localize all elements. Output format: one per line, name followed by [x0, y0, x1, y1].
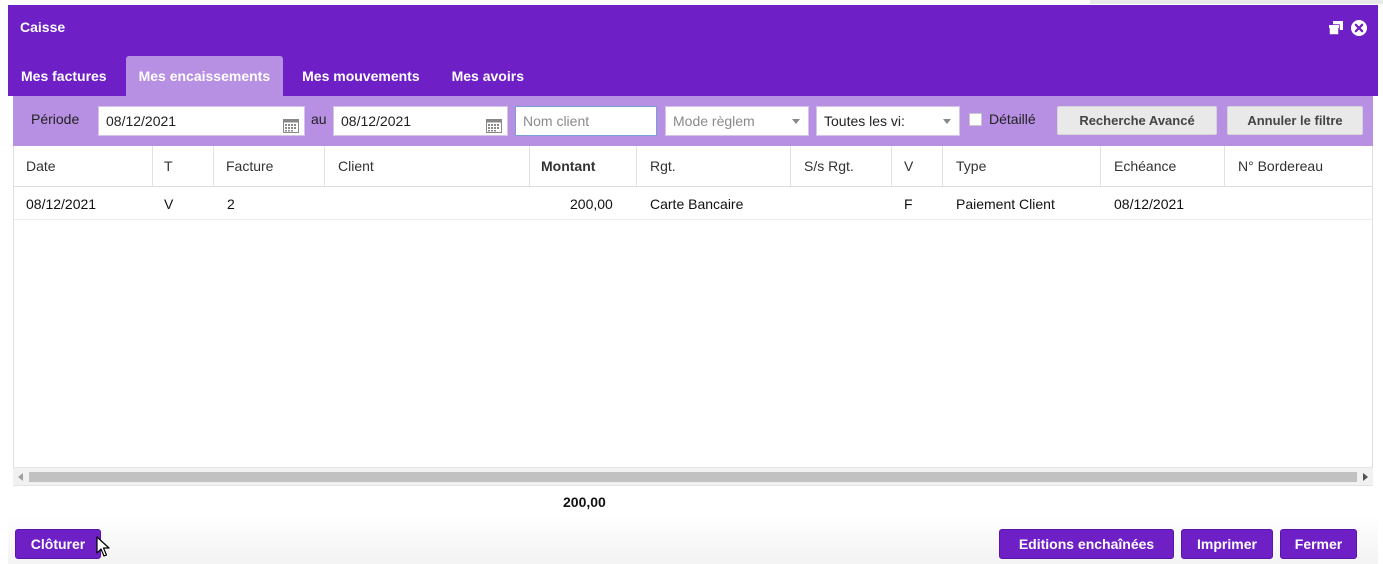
- tab-mes-avoirs[interactable]: Mes avoirs: [439, 56, 537, 96]
- chevron-down-icon: [792, 119, 800, 124]
- date-from-field[interactable]: 08/12/2021: [98, 106, 305, 136]
- tab-mes-mouvements[interactable]: Mes mouvements: [289, 56, 432, 96]
- calendar-icon[interactable]: [486, 114, 502, 142]
- background-strip: [1090, 0, 1383, 4]
- cell-facture: 2: [227, 196, 235, 212]
- mouse-pointer-icon: [96, 536, 110, 561]
- editions-enchainees-button[interactable]: Editions enchaînées: [999, 529, 1174, 559]
- cell-type: Paiement Client: [956, 196, 1055, 212]
- column-header-facture[interactable]: Facture: [226, 146, 273, 186]
- cell-t: V: [164, 196, 174, 212]
- detaille-checkbox[interactable]: [969, 113, 982, 126]
- tab-bar: Mes factures Mes encaissements Mes mouve…: [8, 56, 543, 96]
- periode-label: Période: [31, 111, 80, 127]
- column-header-date[interactable]: Date: [26, 146, 56, 186]
- client-name-input[interactable]: Nom client: [515, 106, 657, 136]
- visites-value: Toutes les vi:: [824, 113, 905, 129]
- horizontal-scrollbar[interactable]: [13, 467, 1373, 486]
- table-row[interactable]: 08/12/2021 V 2 200,00 Carte Bancaire F P…: [14, 187, 1372, 220]
- imprimer-button[interactable]: Imprimer: [1181, 529, 1273, 559]
- cell-echeance: 08/12/2021: [1114, 196, 1185, 212]
- scrollbar-thumb[interactable]: [29, 472, 1357, 482]
- date-to-field[interactable]: 08/12/2021: [333, 106, 508, 136]
- window-controls: [1328, 19, 1368, 37]
- caisse-window: Caisse Mes factures Mes encaissements Me…: [8, 5, 1378, 564]
- date-to-value: 08/12/2021: [341, 113, 412, 129]
- scroll-left-icon[interactable]: [18, 473, 23, 481]
- column-header-v[interactable]: V: [904, 146, 913, 186]
- cell-date: 08/12/2021: [26, 196, 97, 212]
- detaille-label: Détaillé: [989, 111, 1036, 127]
- restore-window-icon[interactable]: [1328, 20, 1344, 36]
- tab-mes-encaissements[interactable]: Mes encaissements: [125, 56, 284, 96]
- column-header-t[interactable]: T: [164, 146, 173, 186]
- window-title: Caisse: [20, 19, 66, 35]
- cloturer-button[interactable]: Clôturer: [15, 529, 101, 559]
- table-header: Date T Facture Client Montant Rgt. S/s R…: [14, 146, 1372, 187]
- chevron-down-icon: [943, 119, 951, 124]
- column-header-bordereau[interactable]: N° Bordereau: [1238, 146, 1323, 186]
- tab-content: Période 08/12/2021 au 08/12/2021 Nom cli…: [8, 96, 1378, 564]
- column-header-montant[interactable]: Montant: [541, 146, 595, 186]
- close-circle-icon[interactable]: [1350, 19, 1368, 37]
- column-header-ss-rgt[interactable]: S/s Rgt.: [804, 146, 854, 186]
- au-label: au: [311, 111, 327, 127]
- mode-reglement-select[interactable]: Mode règlem: [665, 106, 809, 136]
- cell-rgt: Carte Bancaire: [650, 196, 744, 212]
- fermer-button[interactable]: Fermer: [1280, 529, 1357, 559]
- visites-select[interactable]: Toutes les vi:: [816, 106, 960, 136]
- calendar-icon[interactable]: [283, 114, 299, 142]
- action-bar: Clôturer Editions enchaînées Imprimer Fe…: [8, 515, 1378, 564]
- total-montant: 200,00: [563, 494, 606, 510]
- tab-mes-factures[interactable]: Mes factures: [8, 56, 120, 96]
- column-header-client[interactable]: Client: [338, 146, 374, 186]
- table-footer: 200,00: [13, 485, 1373, 516]
- mode-reglement-placeholder: Mode règlem: [673, 113, 755, 129]
- window-titlebar: Caisse: [8, 5, 1378, 51]
- scroll-right-icon[interactable]: [1363, 473, 1368, 481]
- cell-v: F: [904, 196, 913, 212]
- cancel-filter-button[interactable]: Annuler le filtre: [1227, 106, 1363, 135]
- filter-bar: Période 08/12/2021 au 08/12/2021 Nom cli…: [13, 96, 1373, 146]
- column-header-type[interactable]: Type: [956, 146, 986, 186]
- cell-montant: 200,00: [570, 196, 613, 212]
- column-header-rgt[interactable]: Rgt.: [650, 146, 676, 186]
- advanced-search-button[interactable]: Recherche Avancé: [1057, 106, 1217, 135]
- date-from-value: 08/12/2021: [106, 113, 177, 129]
- column-header-echeance[interactable]: Echéance: [1114, 146, 1176, 186]
